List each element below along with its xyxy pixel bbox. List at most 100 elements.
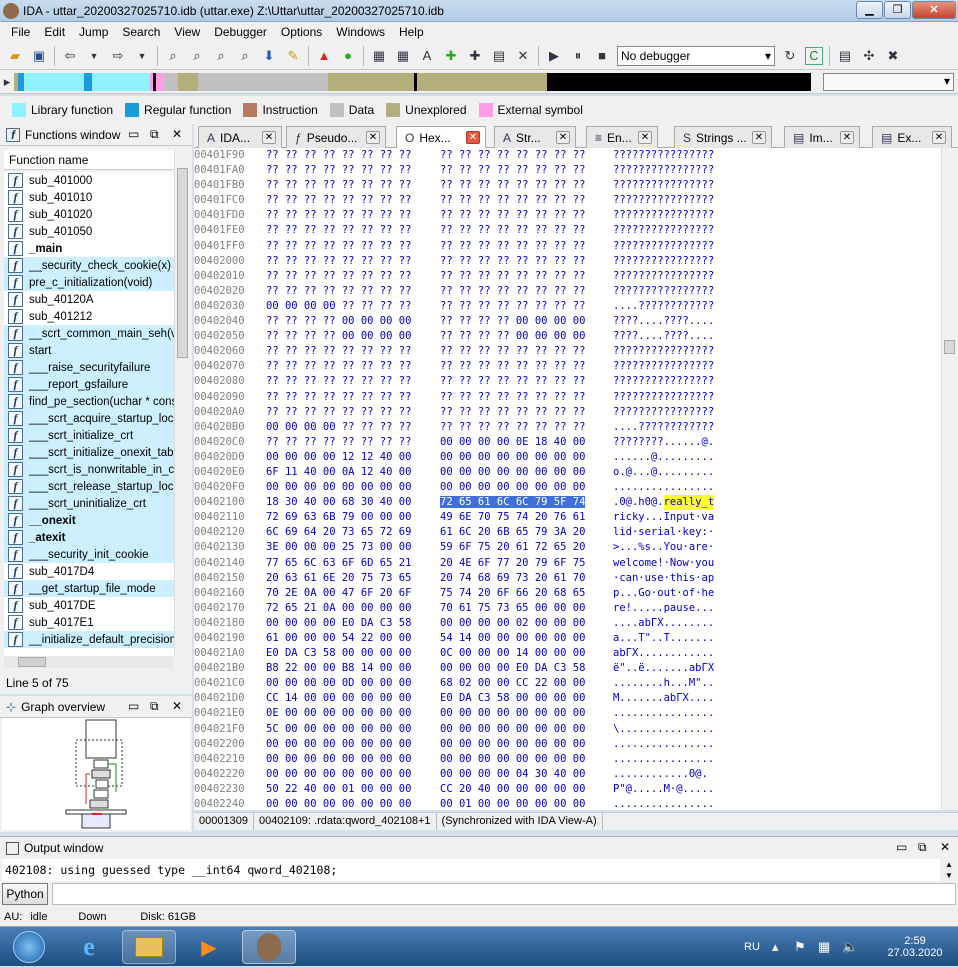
function-list-item[interactable]: f sub_4017DE <box>4 597 174 614</box>
hex-row[interactable]: 00402180 00 00 00 00 E0 DA C3 58 00 00 00 … <box>194 616 941 631</box>
pause-icon[interactable]: ⏸ <box>569 47 587 65</box>
hex-row[interactable]: 00401FA0 ?? ?? ?? ?? ?? ?? ?? ?? ?? ?? ?? … <box>194 163 941 178</box>
hex-row[interactable]: 00402170 72 65 21 0A 00 00 00 00 70 61 75 … <box>194 601 941 616</box>
hex-row[interactable]: 004020D0 00 00 00 00 12 12 40 00 00 00 00 … <box>194 450 941 465</box>
menu-help[interactable]: Help <box>392 25 431 39</box>
function-list-item[interactable]: f ___scrt_uninitialize_crt <box>4 495 174 512</box>
tab-close-icon[interactable]: ✕ <box>262 131 276 144</box>
rename-icon[interactable]: ▤ <box>490 47 508 65</box>
hex-row[interactable]: 00402060 ?? ?? ?? ?? ?? ?? ?? ?? ?? ?? ?? … <box>194 344 941 359</box>
tab-imports[interactable]: ▤ Im... ✕ <box>784 126 860 148</box>
tab-close-icon[interactable]: ✕ <box>932 131 946 144</box>
function-list-item[interactable]: f sub_401020 <box>4 206 174 223</box>
hex-row[interactable]: 00402080 ?? ?? ?? ?? ?? ?? ?? ?? ?? ?? ?? … <box>194 374 941 389</box>
function-list-item[interactable]: f __security_check_cookie(x) <box>4 257 174 274</box>
step-icon[interactable]: ↻ <box>781 47 799 65</box>
maximize-button[interactable]: ❐ <box>884 1 911 19</box>
scrollbar-thumb[interactable] <box>944 340 955 354</box>
undefine-icon[interactable]: ✕ <box>514 47 532 65</box>
function-list-item[interactable]: f pre_c_initialization(void) <box>4 274 174 291</box>
panel-minimize-icon[interactable]: ▭ <box>128 699 139 713</box>
hex-row[interactable]: 00401FD0 ?? ?? ?? ?? ?? ?? ?? ?? ?? ?? ?? … <box>194 208 941 223</box>
hex-row[interactable]: 004020B0 00 00 00 00 ?? ?? ?? ?? ?? ?? ?? … <box>194 420 941 435</box>
menu-jump[interactable]: Jump <box>72 25 115 39</box>
menu-debugger[interactable]: Debugger <box>207 25 274 39</box>
function-list-item[interactable]: f __initialize_default_precision <box>4 631 174 648</box>
run-icon[interactable]: ▶ <box>545 47 563 65</box>
hex-row[interactable]: 004020E0 6F 11 40 00 0A 12 40 00 00 00 00 … <box>194 465 941 480</box>
hex-row[interactable]: 00402050 ?? ?? ?? ?? 00 00 00 00 ?? ?? ?? … <box>194 329 941 344</box>
language-indicator[interactable]: RU <box>744 927 760 967</box>
panel-minimize-icon[interactable]: ▭ <box>128 127 139 141</box>
tray-arrow-icon[interactable]: ▴ <box>772 927 779 967</box>
decompile-icon[interactable]: C <box>805 46 823 65</box>
open-file-icon[interactable]: ▰ <box>6 47 24 65</box>
function-list-item[interactable]: f _main <box>4 240 174 257</box>
function-list-item[interactable]: f ___report_gsfailure <box>4 376 174 393</box>
python-input[interactable] <box>52 883 956 905</box>
tab-exports[interactable]: ▤ Ex... ✕ <box>872 126 952 148</box>
function-list-item[interactable]: f __scrt_common_main_seh(void) <box>4 325 174 342</box>
hex-row[interactable]: 00402010 ?? ?? ?? ?? ?? ?? ?? ?? ?? ?? ?? … <box>194 269 941 284</box>
hex-row[interactable]: 004021B0 B8 22 00 00 B8 14 00 00 00 00 00 … <box>194 661 941 676</box>
start-button[interactable] <box>4 930 54 964</box>
hex-row[interactable]: 00402200 00 00 00 00 00 00 00 00 00 00 00 … <box>194 737 941 752</box>
function-list-item[interactable]: f __get_startup_file_mode <box>4 580 174 597</box>
hex-row[interactable]: 00401FC0 ?? ?? ?? ?? ?? ?? ?? ?? ?? ?? ?? … <box>194 193 941 208</box>
panel-close-icon[interactable]: ✕ <box>172 699 182 713</box>
tab-close-icon[interactable]: ✕ <box>366 131 380 144</box>
settings-icon[interactable]: ✖ <box>884 47 902 65</box>
hex-row[interactable]: 004020F0 00 00 00 00 00 00 00 00 00 00 00 … <box>194 480 941 495</box>
hex-row[interactable]: 00402230 50 22 40 00 01 00 00 00 CC 20 40 … <box>194 782 941 797</box>
function-list-item[interactable]: f sub_4017E1 <box>4 614 174 631</box>
hex-row[interactable]: 00402000 ?? ?? ?? ?? ?? ?? ?? ?? ?? ?? ?? … <box>194 254 941 269</box>
tab-strings[interactable]: S Strings ... ✕ <box>674 126 772 148</box>
hscroll-thumb[interactable] <box>18 657 46 667</box>
search-binary-icon[interactable]: ⌕ <box>164 47 182 65</box>
hex-row[interactable]: 004020A0 ?? ?? ?? ?? ?? ?? ?? ?? ?? ?? ?? … <box>194 405 941 420</box>
function-list-item[interactable]: f sub_401212 <box>4 308 174 325</box>
make-string-icon[interactable]: A <box>418 47 436 65</box>
network-icon[interactable]: ▦ <box>818 927 830 967</box>
make-data-icon[interactable]: ▦ <box>394 47 412 65</box>
hex-row[interactable]: 00402190 61 00 00 00 54 22 00 00 54 14 00 … <box>194 631 941 646</box>
scrollbar-thumb[interactable] <box>177 168 188 358</box>
function-list-item[interactable]: f __onexit <box>4 512 174 529</box>
menu-view[interactable]: View <box>167 25 207 39</box>
hex-row[interactable]: 00402160 70 2E 0A 00 47 6F 20 6F 75 74 20 … <box>194 586 941 601</box>
close-button[interactable]: ✕ <box>912 1 956 19</box>
function-list-item[interactable]: f find_pe_section(uchar * const <box>4 393 174 410</box>
hex-row[interactable]: 00401FE0 ?? ?? ?? ?? ?? ?? ?? ?? ?? ?? ?? … <box>194 223 941 238</box>
media-player-icon[interactable]: ▶ <box>182 930 236 964</box>
hex-row[interactable]: 00402070 ?? ?? ?? ?? ?? ?? ?? ?? ?? ?? ?? … <box>194 359 941 374</box>
hex-row[interactable]: 004021C0 00 00 00 00 0D 00 00 00 68 02 00 … <box>194 676 941 691</box>
hex-row[interactable]: 00402240 00 00 00 00 00 00 00 00 00 01 00 … <box>194 797 941 810</box>
hex-row[interactable]: 00402110 72 69 63 6B 79 00 00 00 49 6E 70 … <box>194 510 941 525</box>
minimize-button[interactable]: ▁ <box>856 1 883 19</box>
hex-row[interactable]: 00402210 00 00 00 00 00 00 00 00 00 00 00 … <box>194 752 941 767</box>
action-center-icon[interactable]: ⚑ <box>794 927 806 967</box>
jump-down-icon[interactable]: ⬇ <box>260 47 278 65</box>
function-list-item[interactable]: f sub_40120A <box>4 291 174 308</box>
panel-close-icon[interactable]: ✕ <box>940 840 950 854</box>
menu-search[interactable]: Search <box>115 25 167 39</box>
hex-view-scrollbar[interactable] <box>941 148 958 810</box>
function-list-item[interactable]: f sub_401010 <box>4 189 174 206</box>
hex-row[interactable]: 004021F0 5C 00 00 00 00 00 00 00 00 00 00 … <box>194 722 941 737</box>
menu-windows[interactable]: Windows <box>329 25 392 39</box>
hex-row[interactable]: 00402030 00 00 00 00 ?? ?? ?? ?? ?? ?? ?? … <box>194 299 941 314</box>
hex-row[interactable]: 00401F90 ?? ?? ?? ?? ?? ?? ?? ?? ?? ?? ?? … <box>194 148 941 163</box>
plugin-icon[interactable]: ✣ <box>860 47 878 65</box>
function-list-item[interactable]: f ___scrt_release_startup_lock <box>4 478 174 495</box>
tab-close-icon[interactable]: ✕ <box>752 131 766 144</box>
python-button[interactable]: Python <box>2 883 48 905</box>
forward-arrow-icon[interactable]: ⇨ <box>109 47 127 65</box>
search-next-icon[interactable]: ⌕ <box>236 47 254 65</box>
add-struct-icon[interactable]: ✚ <box>442 47 460 65</box>
graph-icon[interactable]: ▤ <box>836 47 854 65</box>
function-list-hscrollbar[interactable] <box>4 656 174 668</box>
debugger-select[interactable]: No debugger <box>617 45 775 66</box>
menu-edit[interactable]: Edit <box>37 25 72 39</box>
panel-minimize-icon[interactable]: ▭ <box>896 840 907 854</box>
menu-options[interactable]: Options <box>274 25 329 39</box>
